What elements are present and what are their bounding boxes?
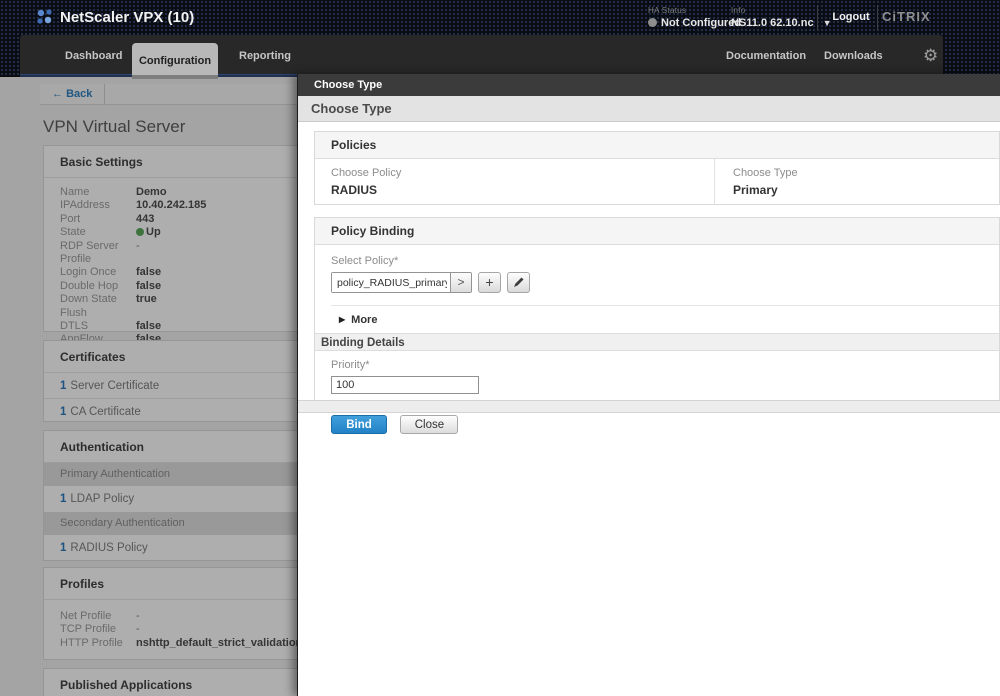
tab-configuration[interactable]: Configuration <box>132 43 218 79</box>
select-policy-label: Select Policy* <box>331 255 999 267</box>
netscaler-logo-icon <box>36 8 54 26</box>
more-expander[interactable]: ▶More <box>331 306 999 333</box>
ha-status-label: HA Status <box>648 6 741 15</box>
ha-status-dot-icon <box>648 18 657 27</box>
close-button[interactable]: Close <box>400 415 458 434</box>
tab-dashboard[interactable]: Dashboard <box>65 35 122 77</box>
expand-policy-chevron-icon[interactable]: > <box>450 273 471 292</box>
main-nav-bar: Dashboard Configuration Reporting Docume… <box>20 35 943 77</box>
app-title: NetScaler VPX (10) <box>60 0 194 35</box>
choose-policy-value: RADIUS <box>331 183 714 197</box>
gear-icon[interactable]: ⚙ <box>923 35 938 77</box>
nav-link-documentation[interactable]: Documentation <box>726 35 806 77</box>
policy-binding-title: Policy Binding <box>315 218 999 245</box>
select-policy-group: > <box>331 272 472 293</box>
netscaler-app: NetScaler VPX (10) HA Status Not Configu… <box>0 0 1000 696</box>
modal-dim-overlay <box>0 75 297 696</box>
choose-type-modal: Choose Type Choose Type Policies Choose … <box>297 74 1000 696</box>
priority-input[interactable] <box>331 376 479 394</box>
header-divider <box>877 5 878 30</box>
add-policy-button[interactable]: + <box>478 272 501 293</box>
policy-binding-section: Policy Binding Select Policy* > + ▶More … <box>314 217 1000 401</box>
form-footer-band <box>298 400 1000 413</box>
priority-label: Priority* <box>331 359 999 371</box>
bind-button[interactable]: Bind <box>331 415 387 434</box>
nav-link-downloads[interactable]: Downloads <box>824 35 883 77</box>
choose-type-label: Choose Type <box>733 167 999 179</box>
plus-icon: + <box>485 274 493 290</box>
tab-reporting[interactable]: Reporting <box>239 35 291 77</box>
modal-header: Choose Type <box>298 96 1000 122</box>
policies-section: Policies Choose Policy RADIUS Choose Typ… <box>314 131 1000 205</box>
citrix-logo: CiTRIX <box>882 9 931 24</box>
choose-type-cell: Choose Type Primary <box>714 159 999 204</box>
choose-policy-cell: Choose Policy RADIUS <box>315 159 714 204</box>
top-header: NetScaler VPX (10) HA Status Not Configu… <box>0 0 1000 35</box>
policies-section-title: Policies <box>315 132 999 159</box>
logout-button[interactable]: Logout <box>826 0 876 35</box>
pencil-icon <box>512 276 525 289</box>
ha-status-block: HA Status Not Configured <box>648 6 741 29</box>
ha-status-value: Not Configured <box>648 17 741 29</box>
choose-policy-label: Choose Policy <box>331 167 714 179</box>
select-policy-input[interactable] <box>332 273 450 292</box>
modal-titlebar: Choose Type <box>298 74 1000 96</box>
binding-details-header: Binding Details <box>315 333 999 351</box>
header-divider <box>817 5 818 30</box>
choose-type-value: Primary <box>733 183 999 197</box>
expand-arrow-icon: ▶ <box>339 315 345 324</box>
edit-policy-button[interactable] <box>507 272 530 293</box>
